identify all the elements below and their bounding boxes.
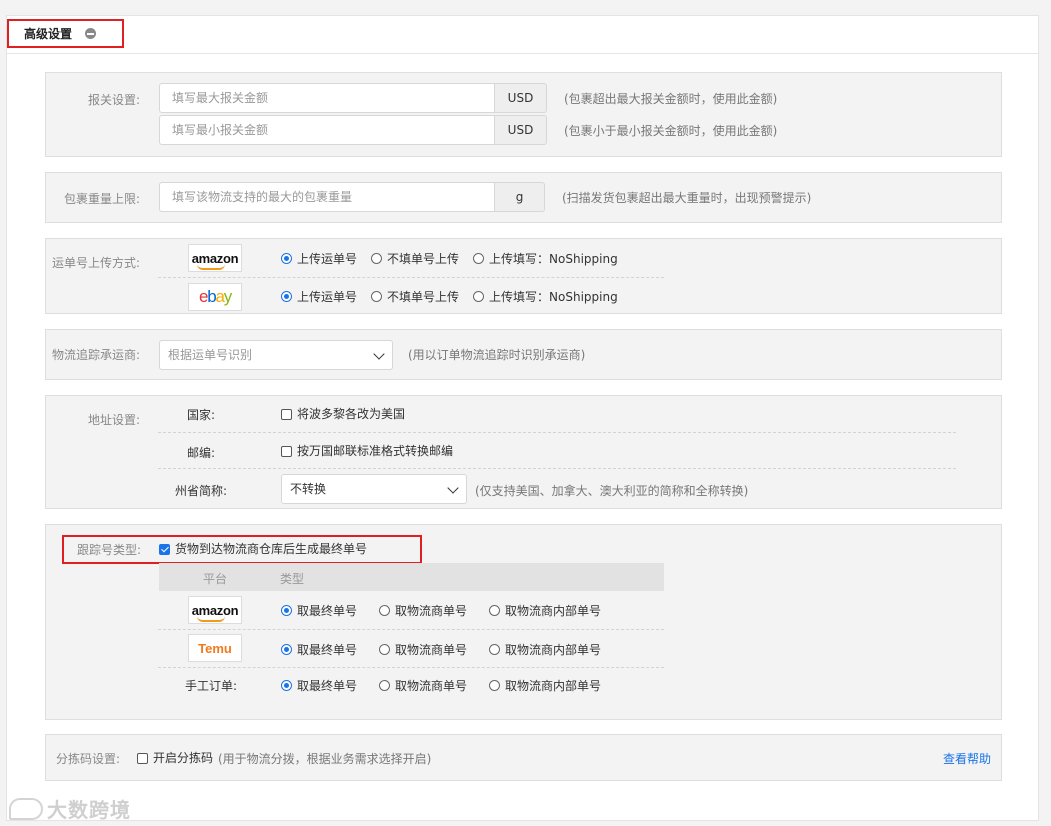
state-select-value: 不转换: [290, 482, 327, 496]
row-divider: [158, 432, 956, 433]
advanced-settings-toggle[interactable]: 高级设置: [7, 19, 124, 48]
carrier-section: 物流追踪承运商: 根据运单号识别 (用以订单物流追踪时识别承运商): [45, 329, 1002, 380]
row-divider: [158, 629, 664, 630]
max-declared-input[interactable]: 填写最大报关金额: [159, 83, 495, 113]
address-label: 地址设置:: [88, 413, 141, 427]
panel-header: 高级设置: [7, 16, 1038, 54]
state-label: 州省简称:: [175, 484, 228, 498]
manual-carrier-number-radio[interactable]: 取物流商单号: [379, 677, 467, 694]
temu-final-number-radio[interactable]: 取最终单号: [281, 641, 357, 658]
ebay-upload-tracking-radio[interactable]: 上传运单号: [281, 288, 357, 305]
amazon-carrier-number-radio[interactable]: 取物流商单号: [379, 602, 467, 619]
watermark-logo-icon: [9, 797, 43, 820]
ebay-logo: ebay: [188, 283, 242, 311]
row-divider: [158, 667, 664, 668]
amazon-internal-number-radio[interactable]: 取物流商内部单号: [489, 602, 601, 619]
carrier-select[interactable]: 根据运单号识别: [159, 340, 393, 370]
temu-tracking-options: 取最终单号 取物流商单号 取物流商内部单号: [281, 641, 615, 658]
amazon-upload-tracking-radio[interactable]: 上传运单号: [281, 250, 357, 267]
manual-tracking-options: 取最终单号 取物流商单号 取物流商内部单号: [281, 677, 615, 694]
collapse-icon[interactable]: [85, 28, 97, 39]
max-declared-hint: (包裹超出最大报关金额时，使用此金额): [564, 92, 778, 106]
customs-label: 报关设置:: [88, 93, 141, 107]
upload-method-section: 运单号上传方式: amazon 上传运单号 不填单号上传 上传填写：NoShip…: [45, 238, 1002, 314]
weight-limit-input[interactable]: 填写该物流支持的最大的包裹重量: [159, 182, 495, 212]
carrier-hint: (用以订单物流追踪时识别承运商): [408, 348, 586, 362]
ebay-upload-options: 上传运单号 不填单号上传 上传填写：NoShipping: [281, 288, 632, 305]
min-declared-input[interactable]: 填写最小报关金额: [159, 115, 495, 145]
zip-label: 邮编:: [187, 446, 216, 460]
enable-sorting-checkbox[interactable]: 开启分拣码: [137, 749, 213, 766]
chevron-down-icon: [447, 482, 459, 494]
final-tracking-checkbox[interactable]: 货物到达物流商仓库后生成最终单号: [159, 540, 367, 557]
manual-internal-number-radio[interactable]: 取物流商内部单号: [489, 677, 601, 694]
amazon-tracking-options: 取最终单号 取物流商单号 取物流商内部单号: [281, 602, 615, 619]
upload-method-label: 运单号上传方式:: [52, 256, 141, 270]
panel-title: 高级设置: [24, 27, 73, 41]
customs-section: 报关设置: 填写最大报关金额 USD (包裹超出最大报关金额时，使用此金额) 填…: [45, 72, 1002, 157]
advanced-settings-panel: 高级设置 报关设置: 填写最大报关金额 USD (包裹超出最大报关金额时，使用此…: [6, 15, 1039, 821]
watermark: 大数跨境: [9, 794, 131, 823]
max-currency-addon: USD: [495, 83, 547, 113]
min-currency-addon: USD: [495, 115, 547, 145]
temu-carrier-number-radio[interactable]: 取物流商单号: [379, 641, 467, 658]
state-abbrev-select[interactable]: 不转换: [281, 474, 467, 504]
manual-final-number-radio[interactable]: 取最终单号: [281, 677, 357, 694]
zip-format-checkbox[interactable]: 按万国邮联标准格式转换邮编: [281, 442, 453, 459]
amazon-logo: amazon: [188, 244, 242, 272]
carrier-select-value: 根据运单号识别: [168, 348, 253, 362]
ebay-upload-empty-radio[interactable]: 不填单号上传: [371, 288, 459, 305]
state-hint: (仅支持美国、加拿大、澳大利亚的简称和全称转换): [475, 484, 749, 498]
amazon-upload-empty-radio[interactable]: 不填单号上传: [371, 250, 459, 267]
sorting-code-section: 分拣码设置: 开启分拣码 (用于物流分拨，根据业务需求选择开启) 查看帮助: [45, 734, 1002, 781]
weight-hint: (扫描发货包裹超出最大重量时，出现预警提示): [562, 191, 812, 205]
manual-order-label: 手工订单:: [185, 679, 238, 693]
carrier-label: 物流追踪承运商:: [52, 348, 141, 362]
amazon-final-number-radio[interactable]: 取最终单号: [281, 602, 357, 619]
temu-logo: Temu: [188, 634, 242, 662]
country-label: 国家:: [187, 408, 216, 422]
sorting-code-label: 分拣码设置:: [56, 752, 121, 766]
tracking-type-label: 跟踪号类型:: [77, 543, 142, 557]
help-link[interactable]: 查看帮助: [943, 750, 991, 767]
weight-label: 包裹重量上限:: [64, 192, 141, 206]
col-platform: 平台: [203, 572, 228, 586]
amazon-upload-noshipping-radio[interactable]: 上传填写：NoShipping: [473, 250, 618, 267]
weight-section: 包裹重量上限: 填写该物流支持的最大的包裹重量 g (扫描发货包裹超出最大重量时…: [45, 172, 1002, 223]
ebay-upload-noshipping-radio[interactable]: 上传填写：NoShipping: [473, 288, 618, 305]
address-section: 地址设置: 国家: 将波多黎各改为美国 邮编: 按万国邮联标准格式转换邮编 州省…: [45, 395, 1002, 509]
tracking-table-header: 平台 类型: [159, 563, 664, 591]
sorting-hint: (用于物流分拨，根据业务需求选择开启): [218, 752, 432, 766]
puerto-rico-checkbox[interactable]: 将波多黎各改为美国: [281, 405, 405, 422]
min-declared-hint: (包裹小于最小报关金额时，使用此金额): [564, 124, 778, 138]
col-type: 类型: [280, 572, 305, 586]
chevron-down-icon: [373, 348, 385, 360]
amazon-logo: amazon: [188, 596, 242, 624]
row-divider: [158, 468, 956, 469]
tracking-type-section: 跟踪号类型: 货物到达物流商仓库后生成最终单号 平台 类型 amazon 取最终…: [45, 524, 1002, 720]
row-divider: [158, 277, 664, 278]
temu-internal-number-radio[interactable]: 取物流商内部单号: [489, 641, 601, 658]
amazon-upload-options: 上传运单号 不填单号上传 上传填写：NoShipping: [281, 250, 632, 267]
weight-unit-addon: g: [495, 182, 545, 212]
